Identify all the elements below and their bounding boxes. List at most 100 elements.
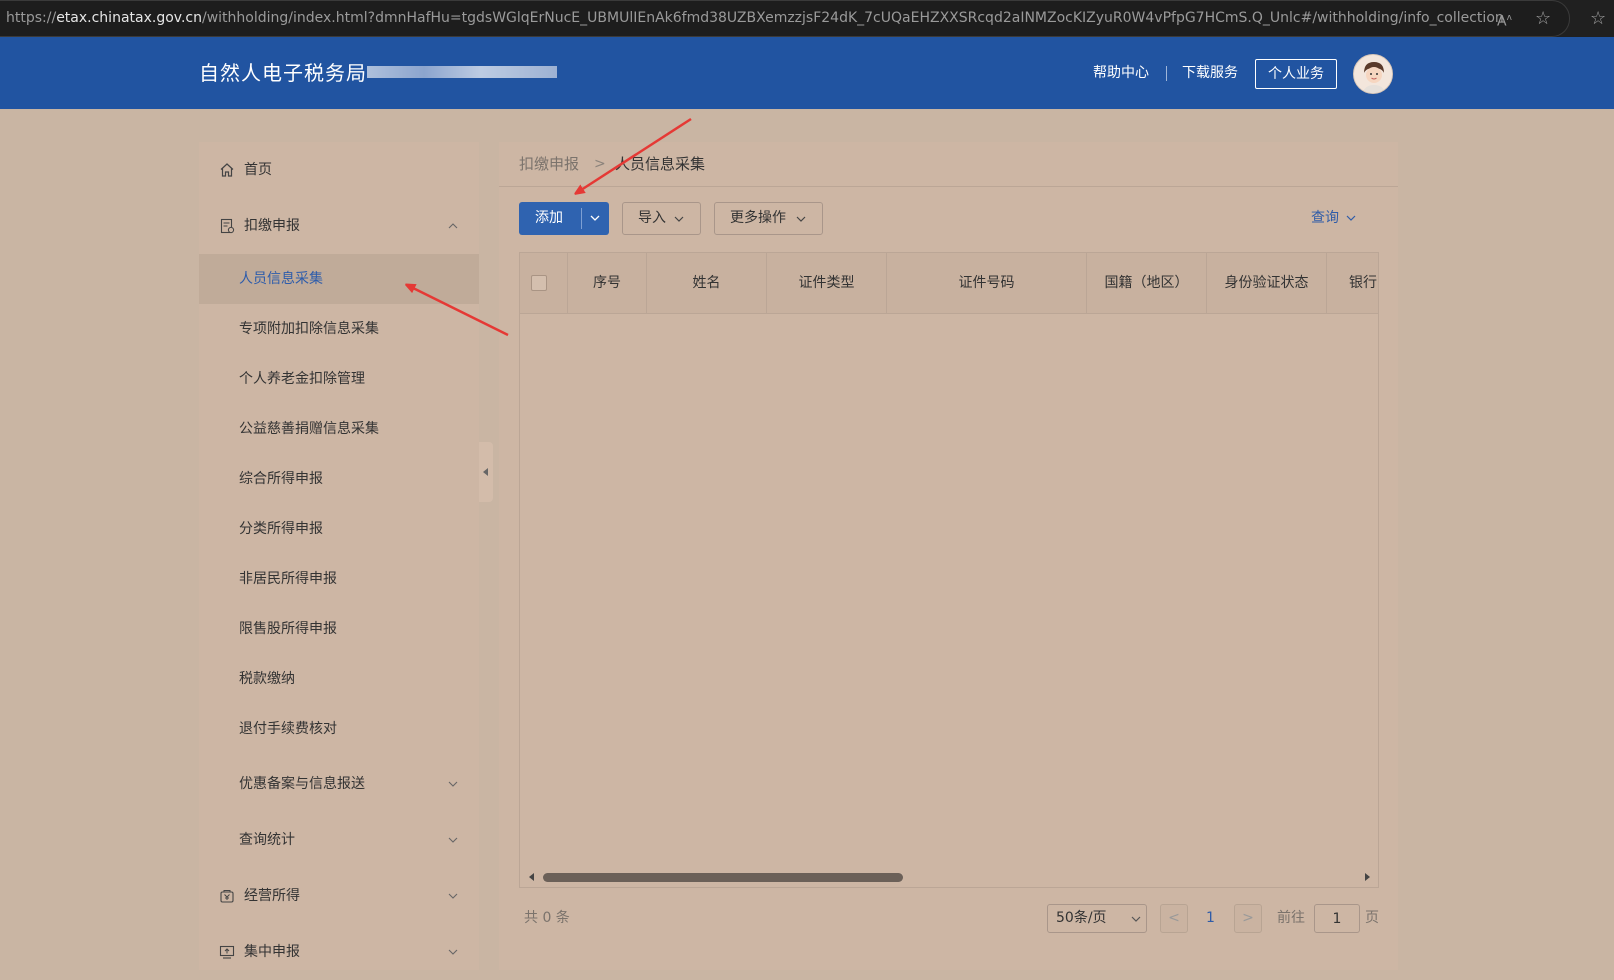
page-unit-label: 页	[1365, 910, 1379, 926]
url-host: etax.chinatax.gov.cn	[56, 10, 202, 26]
site-title: 自然人电子税务局	[199, 61, 367, 85]
user-avatar[interactable]	[1353, 54, 1393, 94]
page-size-select[interactable]: 50条/页	[1047, 904, 1147, 933]
select-all-cell	[520, 253, 568, 313]
column-header-nationality[interactable]: 国籍（地区）	[1087, 253, 1207, 313]
sidebar-item-label: 个人养老金扣除管理	[239, 371, 365, 387]
prev-page-button[interactable]: <	[1160, 904, 1188, 933]
chevron-down-icon	[448, 837, 458, 843]
sidebar-collapse-handle[interactable]	[479, 442, 493, 502]
sidebar-item-label: 退付手续费核对	[239, 721, 337, 737]
table-header: 序号 姓名 证件类型 证件号码 国籍（地区） 身份验证状态 银行	[520, 253, 1378, 314]
blurred-username	[367, 66, 557, 78]
sidebar: 首页 扣缴申报 人员信息采集 专项附加扣除信息采集 个人养老金扣除管理 公益慈善…	[199, 142, 479, 970]
sidebar-item-label: 人员信息采集	[239, 271, 323, 287]
sidebar-item-label: 优惠备案与信息报送	[239, 776, 365, 792]
chevron-down-icon	[448, 949, 458, 955]
chevron-down-icon	[1346, 215, 1356, 221]
sidebar-item-label: 专项附加扣除信息采集	[239, 321, 379, 337]
home-icon	[220, 163, 234, 177]
favorites-list-icon[interactable]: ☆	[1590, 0, 1606, 37]
sidebar-item-nonresident-income[interactable]: 非居民所得申报	[199, 554, 479, 604]
current-page-number[interactable]: 1	[1206, 888, 1215, 948]
sidebar-item-personnel-info[interactable]: 人员信息采集	[199, 254, 479, 304]
sidebar-group-label: 扣缴申报	[244, 218, 300, 234]
sidebar-group-label: 集中申报	[244, 944, 300, 960]
download-service-link[interactable]: 下载服务	[1182, 37, 1238, 109]
column-header-name[interactable]: 姓名	[647, 253, 767, 313]
breadcrumb-separator: >	[594, 156, 606, 172]
column-header-id-number[interactable]: 证件号码	[887, 253, 1087, 313]
browser-address-bar: https://etax.chinatax.gov.cn/withholding…	[0, 0, 1614, 37]
goto-page-input[interactable]	[1314, 904, 1360, 933]
total-count: 共 0 条	[524, 910, 570, 926]
sidebar-item-restricted-stock[interactable]: 限售股所得申报	[199, 604, 479, 654]
sidebar-group-centralized-filing[interactable]: 集中申报	[199, 924, 479, 980]
breadcrumb-parent[interactable]: 扣缴申报	[519, 142, 579, 187]
sidebar-group-business-income[interactable]: 经营所得	[199, 868, 479, 924]
breadcrumb: 扣缴申报 > 人员信息采集	[499, 142, 1398, 187]
import-button-label: 导入	[638, 210, 666, 226]
chevron-down-icon	[448, 893, 458, 899]
sidebar-item-fee-refund[interactable]: 退付手续费核对	[199, 704, 479, 754]
sidebar-item-label: 综合所得申报	[239, 471, 323, 487]
import-button[interactable]: 导入	[622, 202, 701, 235]
sidebar-item-home[interactable]: 首页	[199, 142, 479, 198]
scrollbar-thumb[interactable]	[543, 873, 903, 882]
add-button-label: 添加	[535, 210, 563, 226]
personnel-table: 序号 姓名 证件类型 证件号码 国籍（地区） 身份验证状态 银行	[519, 252, 1379, 888]
column-header-index[interactable]: 序号	[568, 253, 647, 313]
monitor-upload-icon	[219, 945, 235, 959]
url-field[interactable]: https://etax.chinatax.gov.cn/withholding…	[0, 0, 1570, 37]
avatar-face-icon	[1354, 55, 1392, 93]
document-report-icon	[220, 218, 235, 234]
sidebar-group-withholding[interactable]: 扣缴申报	[199, 198, 479, 254]
scroll-left-icon[interactable]	[529, 873, 534, 881]
sidebar-item-label: 非居民所得申报	[239, 571, 337, 587]
favorite-star-icon[interactable]: ☆	[1535, 0, 1551, 37]
select-all-checkbox[interactable]	[531, 275, 547, 291]
personal-business-button[interactable]: 个人业务	[1255, 59, 1337, 89]
scroll-right-icon[interactable]	[1365, 873, 1370, 881]
column-header-id-type[interactable]: 证件类型	[767, 253, 887, 313]
goto-label: 前往	[1277, 910, 1305, 926]
sidebar-item-query-stats[interactable]: 查询统计	[199, 812, 479, 868]
read-aloud-icon[interactable]: Aʌ	[1497, 0, 1512, 41]
query-toggle[interactable]: 查询	[1311, 202, 1356, 235]
url-prefix: https://	[6, 10, 57, 26]
chevron-down-icon[interactable]	[589, 213, 601, 223]
chevron-down-icon	[674, 216, 684, 222]
sidebar-item-label: 首页	[244, 162, 272, 178]
sidebar-item-classified-income[interactable]: 分类所得申报	[199, 504, 479, 554]
sidebar-item-charity-donation[interactable]: 公益慈善捐赠信息采集	[199, 404, 479, 454]
chevron-down-icon	[448, 781, 458, 787]
next-page-button[interactable]: >	[1234, 904, 1262, 933]
pagination-bar: 共 0 条 50条/页 < 1 > 前往 页	[499, 888, 1398, 948]
app-header: 自然人电子税务局 帮助中心 下载服务 个人业务	[0, 37, 1614, 109]
sidebar-item-label: 查询统计	[239, 832, 295, 848]
more-actions-label: 更多操作	[730, 210, 786, 226]
business-icon	[220, 890, 234, 903]
sidebar-item-preferential-filing[interactable]: 优惠备案与信息报送	[199, 756, 479, 812]
main-panel: 扣缴申报 > 人员信息采集 添加 导入 更多操作 查询 序号 姓名 证件类型 证…	[499, 142, 1398, 970]
sidebar-item-special-deduction[interactable]: 专项附加扣除信息采集	[199, 304, 479, 354]
help-center-link[interactable]: 帮助中心	[1093, 37, 1149, 109]
sidebar-item-comprehensive-income[interactable]: 综合所得申报	[199, 454, 479, 504]
sidebar-item-pension-deduction[interactable]: 个人养老金扣除管理	[199, 354, 479, 404]
sidebar-item-label: 公益慈善捐赠信息采集	[239, 421, 379, 437]
add-button[interactable]: 添加	[519, 202, 609, 235]
collapse-left-icon	[483, 468, 488, 476]
header-divider	[1166, 66, 1167, 81]
sidebar-item-label: 税款缴纳	[239, 671, 295, 687]
more-actions-button[interactable]: 更多操作	[714, 202, 823, 235]
chevron-up-icon	[448, 223, 458, 229]
chevron-down-icon	[1131, 916, 1141, 922]
breadcrumb-current: 人员信息采集	[615, 155, 706, 173]
column-header-verification-status[interactable]: 身份验证状态	[1207, 253, 1327, 313]
sidebar-item-label: 分类所得申报	[239, 521, 323, 537]
column-header-bank[interactable]: 银行	[1327, 253, 1378, 313]
horizontal-scrollbar[interactable]	[520, 867, 1378, 887]
chevron-down-icon	[796, 216, 806, 222]
sidebar-item-tax-payment[interactable]: 税款缴纳	[199, 654, 479, 704]
query-label: 查询	[1311, 210, 1339, 226]
